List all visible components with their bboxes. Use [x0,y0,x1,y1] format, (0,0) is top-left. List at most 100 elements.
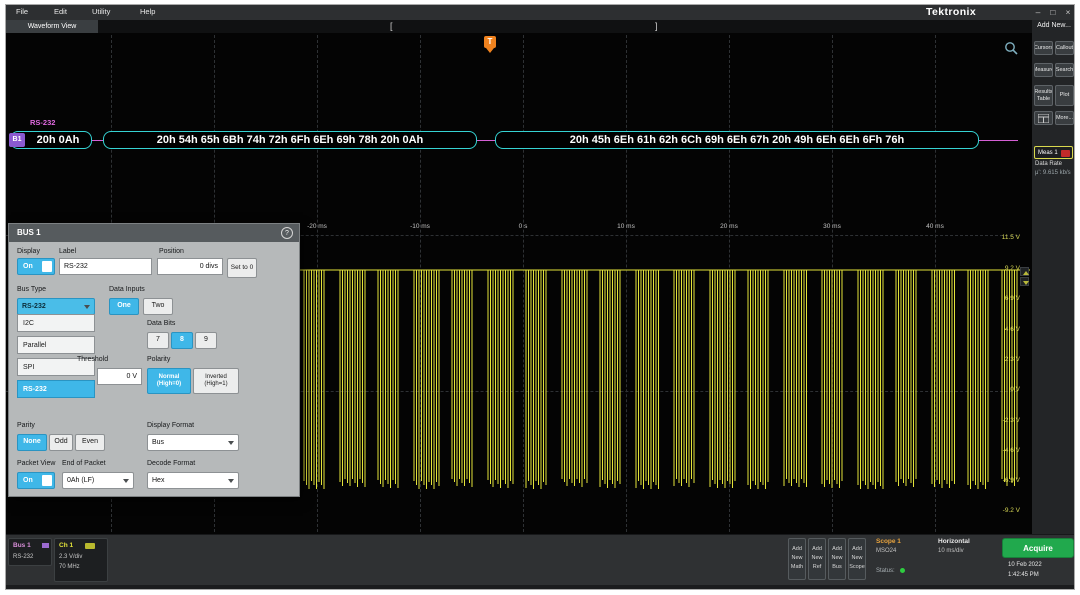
bus1-source-badge[interactable]: B1 [9,133,25,147]
position-field[interactable]: 0 divs [157,258,223,275]
add-new-bus-button[interactable]: Add New Bus [828,538,846,580]
chevron-down-icon [228,441,234,445]
menu-edit[interactable]: Edit [54,7,67,16]
scale-down-button[interactable] [1020,277,1029,286]
add-measure-button[interactable]: Measure [1034,63,1053,77]
add-ref-line: Ref [809,563,825,572]
dialog-header[interactable]: BUS 1 ? [9,224,299,242]
decode-format-dropdown[interactable]: Hex [147,472,239,489]
horizontal-title: Horizontal [938,538,970,545]
volt-tick-label: 9.2 V [980,265,1020,272]
parity-even-button[interactable]: Even [75,434,105,451]
minimize-button[interactable]: – [1032,7,1044,17]
add-new-math-button[interactable]: Add New Math [788,538,806,580]
packet-view-label: Packet View [17,460,55,467]
bus-packet: 20h 54h 65h 6Bh 74h 72h 6Fh 6Eh 69h 78h … [103,131,477,149]
packet-view-toggle[interactable]: On [17,472,55,489]
meas1-readout-title: Data Rate [1035,161,1062,167]
acq-bracket-left[interactable]: [ [390,20,393,33]
polarity-inverted-line2: (High=1) [204,381,227,388]
meas1-badge[interactable]: Meas 1 [1034,146,1073,159]
set-to-zero-button[interactable]: Set to 0 [227,258,257,278]
add-new-sidebar: Add New... Cursors Callout Measure Searc… [1032,19,1075,534]
add-new-ref-button[interactable]: Add New Ref [808,538,826,580]
data-inputs-two-button[interactable]: Two [143,298,173,315]
data-bits-7-button[interactable]: 7 [147,332,169,349]
polarity-normal-button[interactable]: Normal (High=0) [147,368,191,394]
zoom-magnifier-icon[interactable] [1004,41,1019,56]
volt-tick-label: 0 V [980,386,1020,393]
add-results-table-button[interactable]: Results Table [1034,85,1053,106]
close-button[interactable]: × [1062,7,1074,17]
tab-waveform-view[interactable]: Waveform View [6,20,98,33]
volt-tick-label: 2.3 V [980,356,1020,363]
window-bottom-edge [6,585,1075,590]
data-bits-8-button[interactable]: 8 [171,332,193,349]
scale-up-button[interactable] [1020,267,1029,276]
ch1-badge[interactable]: Ch 1 2.3 V/div 70 MHz [54,538,108,582]
ch1-badge-title: Ch 1 [59,542,73,549]
tektronix-logo: Tektronix [926,6,976,18]
add-search-button[interactable]: Search [1055,63,1074,77]
parity-none-button[interactable]: None [17,434,47,451]
acq-bracket-right[interactable]: ] [655,20,658,33]
polarity-inverted-line1: Inverted [205,374,227,381]
results-grid-button[interactable] [1034,111,1053,125]
add-new-scope-button[interactable]: Add New Scope [848,538,866,580]
polarity-normal-line1: Normal [159,374,180,381]
menu-help[interactable]: Help [140,7,155,16]
menu-bar: File Edit Utility Help Tektronix – □ × [6,5,1075,20]
menu-file[interactable]: File [16,7,28,16]
data-bits-label: Data Bits [147,320,175,327]
bus-label-field[interactable]: RS-232 [59,258,152,275]
volt-tick-label: -6.9 V [980,477,1020,484]
threshold-field[interactable]: 0 V [97,368,142,385]
data-inputs-one-button[interactable]: One [109,298,139,315]
horizontal-scale: 10 ms/div [938,548,964,554]
bus-type-option-i2c[interactable]: I2C [17,314,95,332]
bus-type-dropdown[interactable]: RS-232 [17,298,95,315]
sidebar-title: Add New... [1032,22,1075,29]
display-label: Display [17,248,40,255]
horizontal-panel[interactable]: Horizontal 10 ms/div [936,538,998,580]
add-math-line: Add [789,545,805,554]
end-of-packet-label: End of Packet [62,460,106,467]
volt-tick-label: 6.9 V [980,295,1020,302]
polarity-inverted-button[interactable]: Inverted (High=1) [193,368,239,394]
parity-odd-button[interactable]: Odd [49,434,73,451]
toggle-state-label: On [23,263,33,270]
bus-type-option-parallel[interactable]: Parallel [17,336,95,354]
scale-stepper [1020,267,1029,286]
more-button[interactable]: More... [1055,111,1074,125]
data-bits-9-button[interactable]: 9 [195,332,217,349]
add-ref-line: New [809,554,825,563]
time-tick-label: -20 ms [297,223,337,230]
trigger-position-pointer [486,48,494,53]
add-cursors-button[interactable]: Cursors [1034,41,1053,55]
results-grid-icon [1038,114,1049,123]
display-on-toggle[interactable]: On [17,258,55,275]
status-ok-icon [900,568,905,573]
time-tick-label: -10 ms [400,223,440,230]
bus-track-label: RS-232 [30,118,55,127]
help-icon[interactable]: ? [281,227,293,239]
add-plot-button[interactable]: Plot [1055,85,1074,106]
bus-type-option-rs232[interactable]: RS-232 [17,380,95,398]
polarity-label: Polarity [147,356,170,363]
scope1-panel[interactable]: Scope 1 MSO24 Status: [874,538,932,580]
acquire-button[interactable]: Acquire [1002,538,1074,558]
add-bus-line: Bus [829,563,845,572]
time-tick-label: 30 ms [812,223,852,230]
bus1-badge[interactable]: Bus 1 RS-232 [8,538,52,566]
end-of-packet-dropdown[interactable]: 0Ah (LF) [62,472,134,489]
trigger-position-flag[interactable]: T [484,36,496,48]
maximize-button[interactable]: □ [1047,7,1059,17]
channel-flag-icon [85,543,95,549]
display-format-dropdown[interactable]: Bus [147,434,239,451]
scope1-status-label: Status: [876,568,895,574]
bus1-badge-title: Bus 1 [13,542,31,549]
menu-utility[interactable]: Utility [92,7,110,16]
bus-type-value: RS-232 [22,303,46,310]
volt-tick-label: -4.6 V [980,447,1020,454]
add-callout-button[interactable]: Callout [1055,41,1074,55]
